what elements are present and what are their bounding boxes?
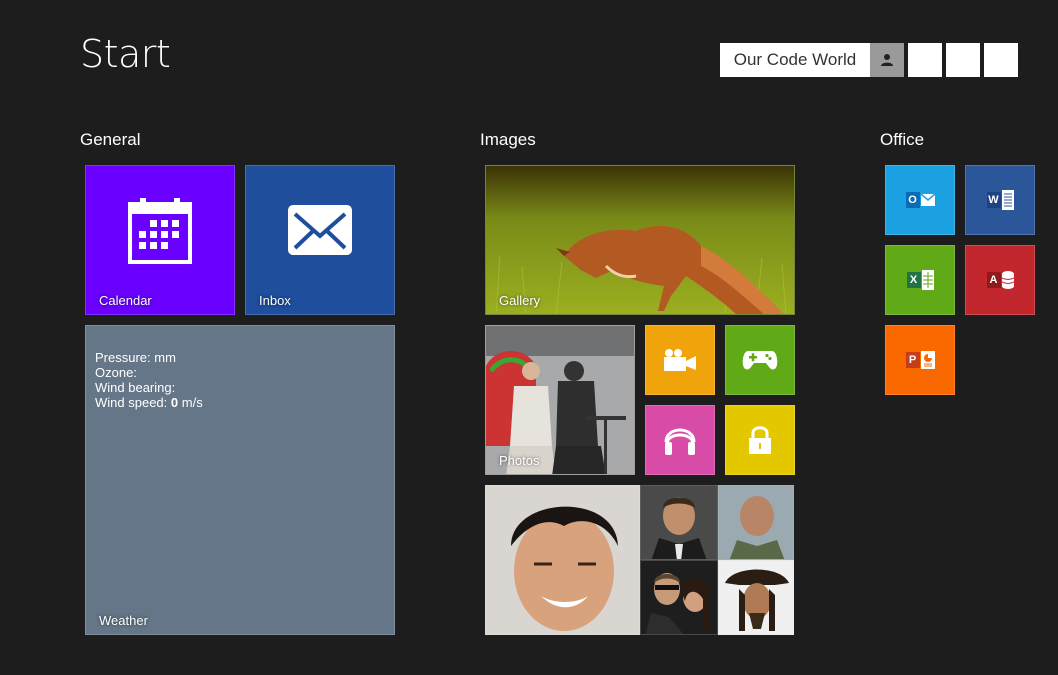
portrait-photo-4 [641, 561, 717, 634]
access-icon: A [966, 246, 1034, 314]
powerpoint-letter: P [905, 352, 920, 368]
tile-games[interactable] [725, 325, 795, 395]
headphones-icon [664, 428, 696, 455]
tile-word[interactable]: W [965, 165, 1035, 235]
tile-gallery[interactable]: Gallery [485, 165, 795, 315]
photo-tile-small-1[interactable] [640, 485, 718, 560]
tile-label-inbox: Inbox [259, 293, 291, 308]
tile-inbox[interactable]: Inbox [245, 165, 395, 315]
avatar[interactable] [870, 43, 904, 77]
portrait-photo-5 [719, 561, 793, 634]
header-button-2[interactable] [946, 43, 980, 77]
weather-pressure: Pressure: mm [95, 350, 176, 365]
tile-video[interactable] [645, 325, 715, 395]
header-button-3[interactable] [984, 43, 1018, 77]
access-letter: A [986, 272, 1001, 288]
weather-wind-speed: Wind speed: 0 m/s [95, 395, 203, 410]
photo-tile-small-3[interactable] [640, 560, 718, 635]
outlook-letter: O [905, 192, 920, 208]
tile-label-gallery: Gallery [499, 293, 541, 308]
tile-calendar[interactable]: Calendar [85, 165, 235, 315]
excel-letter: X [906, 272, 921, 288]
calendar-icon [128, 198, 192, 264]
group-title-office: Office [880, 130, 925, 149]
weather-ozone: Ozone: [95, 365, 137, 380]
page-title: Start [80, 32, 171, 76]
tile-label-photos: Photos [499, 453, 540, 468]
photo-tile-large[interactable] [485, 485, 640, 635]
excel-icon: X [886, 246, 954, 314]
group-title-general: General [80, 130, 141, 149]
tile-label-calendar: Calendar [99, 293, 152, 308]
tile-outlook[interactable]: O [885, 165, 955, 235]
tile-lock[interactable] [725, 405, 795, 475]
user-name[interactable]: Our Code World [720, 43, 870, 77]
user-icon [881, 54, 893, 66]
wind-speed-label: Wind speed: [95, 395, 168, 410]
lock-icon [749, 426, 771, 454]
portrait-photo-2 [641, 486, 717, 559]
tile-access[interactable]: A [965, 245, 1035, 315]
word-icon: W [966, 166, 1034, 234]
portrait-photo-3 [719, 486, 793, 559]
video-camera-icon [664, 349, 696, 371]
weather-wind-bearing: Wind bearing: [95, 380, 176, 395]
wind-speed-value: 0 [170, 395, 179, 410]
tile-photos[interactable]: Photos [485, 325, 635, 475]
outlook-icon: O [886, 166, 954, 234]
tile-weather[interactable]: Pressure: mm Ozone: Wind bearing: Wind s… [85, 325, 395, 635]
gamepad-icon [742, 351, 778, 370]
portrait-photo [486, 486, 639, 634]
tile-excel[interactable]: X [885, 245, 955, 315]
tile-music[interactable] [645, 405, 715, 475]
powerpoint-icon: P [886, 326, 954, 394]
mail-icon [288, 205, 352, 255]
tile-powerpoint[interactable]: P [885, 325, 955, 395]
tile-label-weather: Weather [99, 613, 148, 628]
photo-tile-small-4[interactable] [718, 560, 794, 635]
wind-speed-unit: m/s [181, 395, 203, 410]
word-letter: W [986, 192, 1001, 208]
group-title-images: Images [480, 130, 536, 149]
header-button-1[interactable] [908, 43, 942, 77]
weather-info: Pressure: mm Ozone: Wind bearing: Wind s… [95, 350, 203, 410]
photo-tile-small-2[interactable] [718, 485, 794, 560]
